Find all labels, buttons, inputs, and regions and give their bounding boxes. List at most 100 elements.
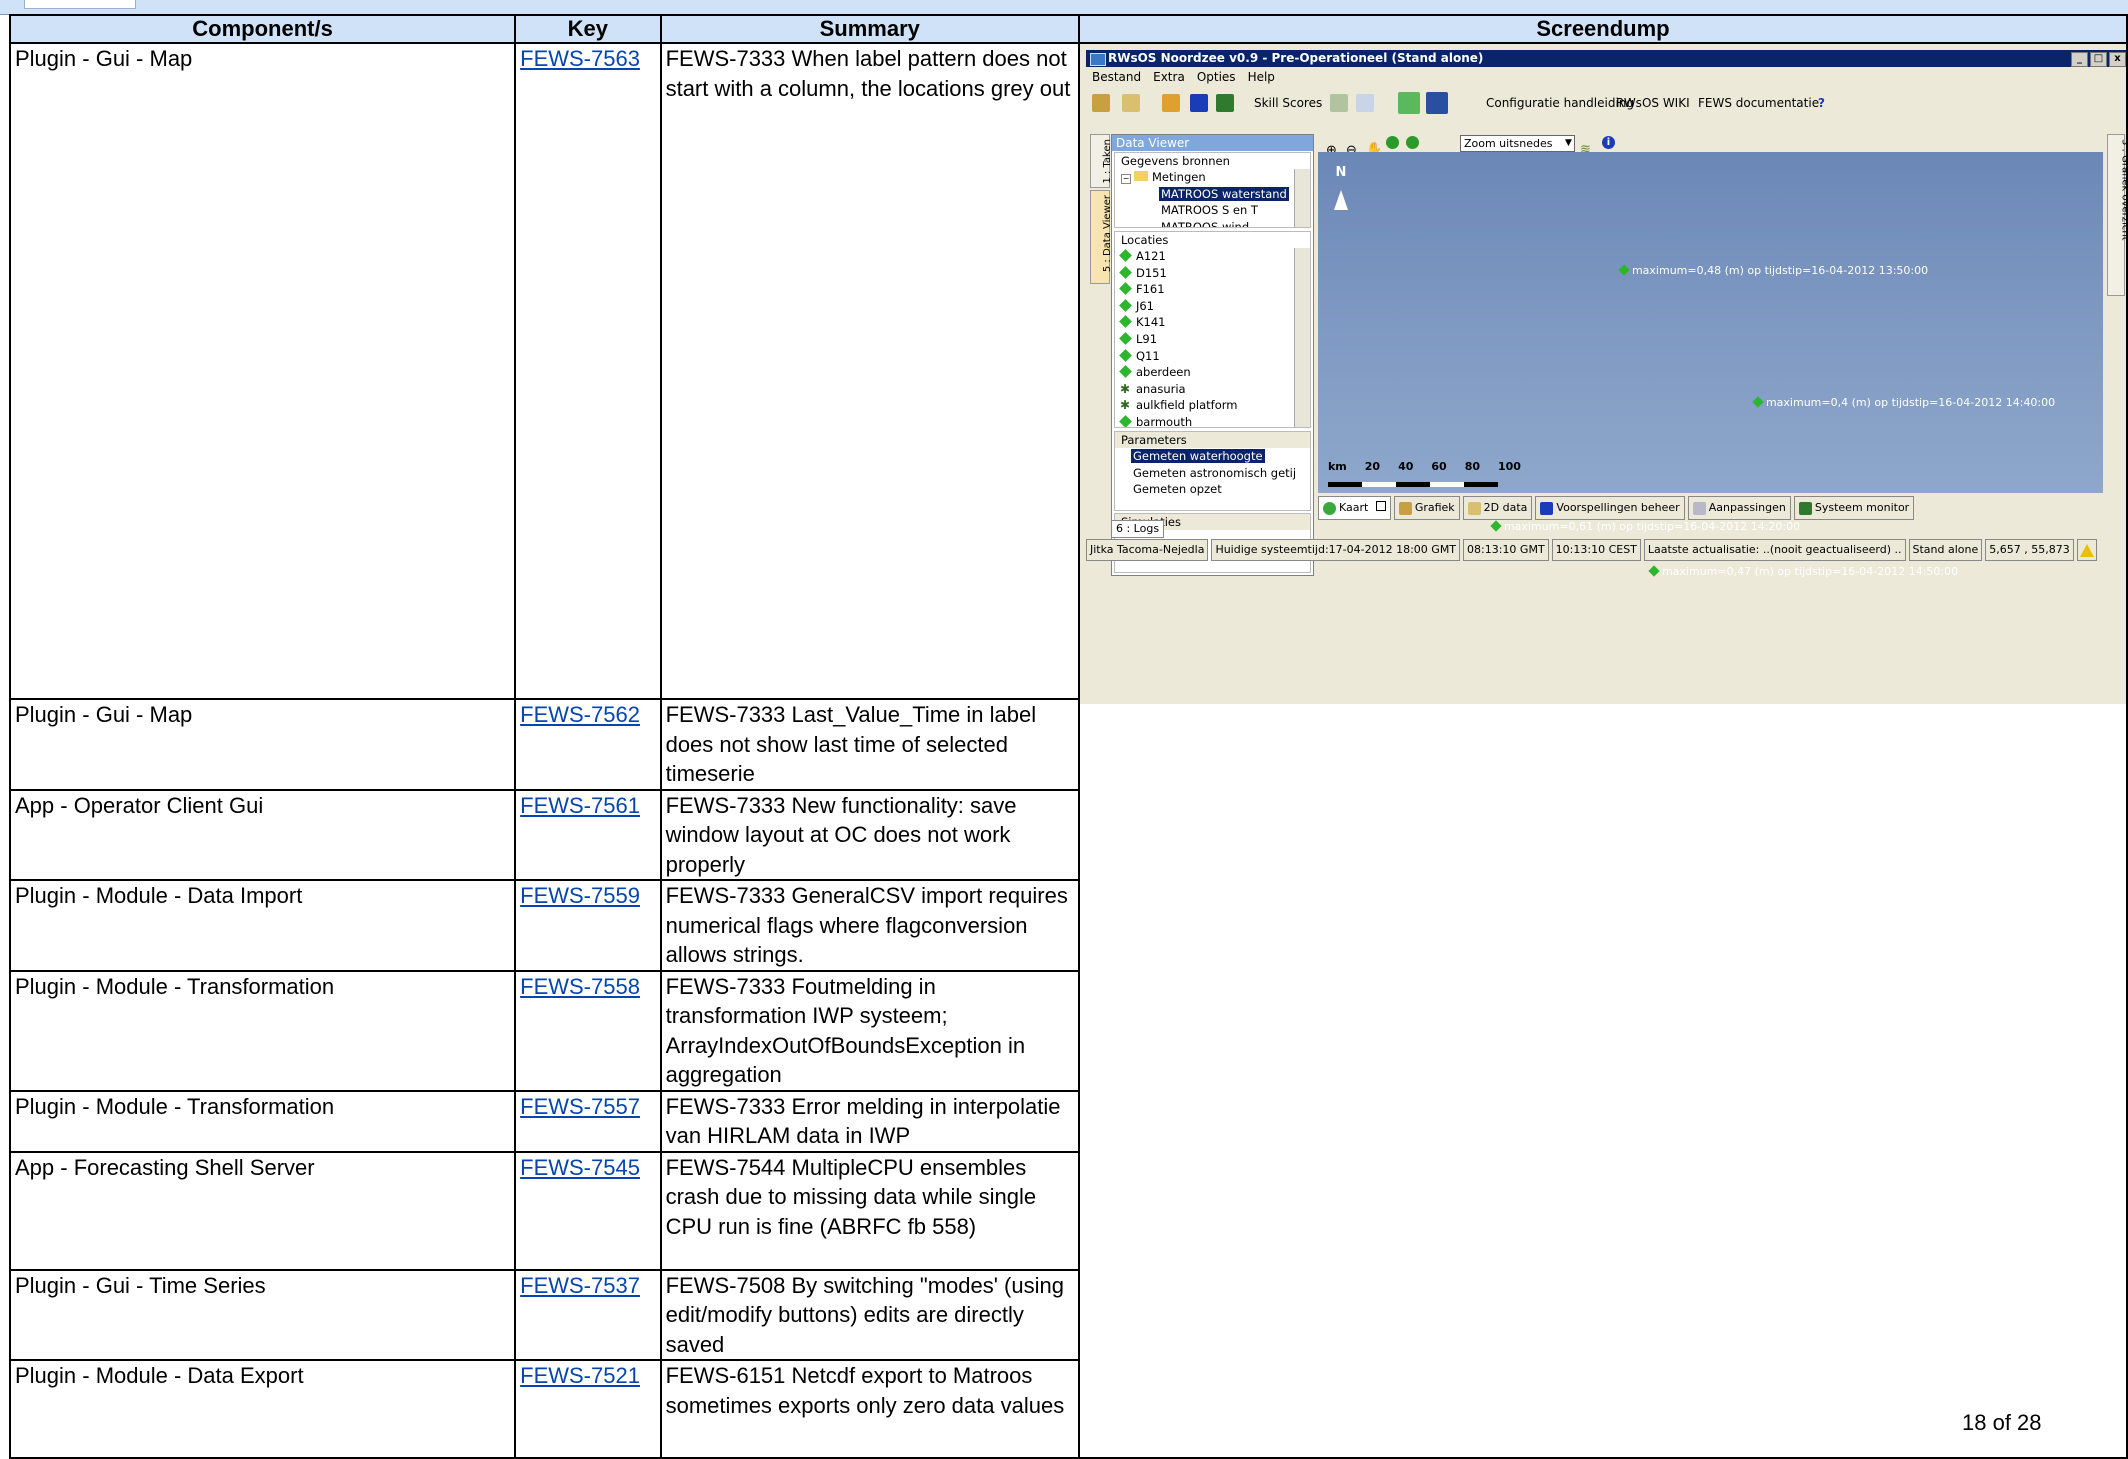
key-cell: FEWS-7521 [514, 1359, 662, 1459]
key-cell: FEWS-7559 [514, 879, 662, 972]
network-icon[interactable] [1329, 94, 1348, 112]
component-cell: Plugin - Module - Data Import [8, 879, 517, 972]
menu-help[interactable]: Help [1248, 68, 1275, 86]
zoom-select[interactable]: Zoom uitsnedes ▼ [1459, 135, 1575, 152]
menu-bestand[interactable]: Bestand [1092, 68, 1141, 86]
minimize-button[interactable]: _ [2070, 52, 2088, 67]
menu-bar: Bestand Extra Opties Help [1086, 68, 1275, 86]
system-monitor-icon [1798, 501, 1812, 515]
status-gmt: 08:13:10 GMT [1463, 539, 1549, 561]
parameter-item[interactable]: Gemeten opzet [1115, 481, 1310, 498]
source-item[interactable]: MATROOS wind [1115, 219, 1310, 227]
menu-opties[interactable]: Opties [1197, 68, 1236, 86]
location-item[interactable]: ✱ aulkfield platform [1115, 397, 1310, 414]
location-item[interactable]: barmouth [1115, 414, 1310, 427]
issue-link[interactable]: FEWS-7563 [520, 46, 640, 71]
col-header-summary: Summary [659, 14, 1080, 44]
table-row: Plugin - Gui - Map FEWS-7563 FEWS-7333 W… [8, 42, 2128, 1459]
summary-cell: FEWS-7508 By switching "modes' (using ed… [659, 1268, 1080, 1361]
col-header-component: Component/s [8, 14, 517, 44]
tree-node-metingen[interactable]: − Metingen [1115, 169, 1310, 186]
config-manual-button[interactable]: Configuratie handleiding [1486, 93, 1634, 113]
component-cell: App - Operator Client Gui [8, 788, 517, 881]
status-bar: Jitka Tacoma-Nejedla Huidige systeemtijd… [1085, 539, 2125, 563]
location-item[interactable]: Q11 [1115, 348, 1310, 365]
tab-aanpassingen[interactable]: Aanpassingen [1687, 496, 1791, 520]
forecast-icon[interactable] [1189, 94, 1208, 112]
location-item[interactable]: A121 [1115, 248, 1310, 265]
map-toolbar: ⊕ ⊖ ✋ Zoom uitsnedes ▼ ≋ i [1317, 134, 2103, 158]
info-icon[interactable]: i [1601, 136, 1615, 149]
issue-link[interactable]: FEWS-7537 [520, 1273, 640, 1298]
grid-icon[interactable] [1161, 94, 1180, 112]
tab-voorspellingen[interactable]: Voorspellingen beheer [1535, 496, 1685, 520]
issue-link[interactable]: FEWS-7545 [520, 1155, 640, 1180]
issue-link[interactable]: FEWS-7559 [520, 883, 640, 908]
location-ok-icon [1119, 315, 1132, 329]
location-ok-icon [1119, 298, 1132, 312]
summary-cell: FEWS-6151 Netcdf export to Matroos somet… [659, 1359, 1080, 1459]
location-item[interactable]: aberdeen [1115, 364, 1310, 381]
source-item[interactable]: MATROOS S en T [1115, 202, 1310, 219]
tab-kaart[interactable]: Kaart [1317, 496, 1391, 520]
tab-logs[interactable]: 6 : Logs [1110, 520, 1165, 538]
issue-link[interactable]: FEWS-7558 [520, 974, 640, 999]
location-item[interactable]: K141 [1115, 314, 1310, 331]
map-view[interactable]: N maximum=0,48 (m) op tijdstip=16-04-201… [1317, 152, 2103, 578]
cell-selector[interactable] [24, 0, 136, 9]
location-item[interactable]: D151 [1115, 265, 1310, 282]
m-logo-icon[interactable] [1397, 92, 1420, 114]
locations-section: Locaties A121 D151 F161 J61 K141 L91 Q11 aberde… [1113, 231, 1311, 428]
parameter-item[interactable]: Gemeten astronomisch getij [1115, 465, 1310, 482]
forecast-icon [1540, 501, 1554, 515]
menu-extra[interactable]: Extra [1153, 68, 1185, 86]
globe-icon [1322, 501, 1336, 515]
document-icon[interactable] [1355, 94, 1374, 112]
data-icon[interactable] [1121, 94, 1140, 112]
warning-icon[interactable] [2076, 539, 2097, 561]
summary-cell: FEWS-7333 New functionality: save window… [659, 788, 1080, 881]
tab-data-viewer[interactable]: 5 : Data Viewer [1089, 190, 1113, 284]
sources-scrollbar[interactable] [1293, 169, 1310, 227]
tab-2d-data[interactable]: 2D data [1462, 496, 1533, 520]
skill-scores-button[interactable]: Skill Scores [1254, 93, 1322, 113]
tab-grafiek-overzicht[interactable]: 3 : Grafiek overzicht [2106, 134, 2125, 296]
location-item[interactable]: ✱ anasuria [1115, 381, 1310, 398]
location-item[interactable]: L91 [1115, 331, 1310, 348]
summary-cell: FEWS-7333 When label pattern does not st… [659, 42, 1080, 700]
help-button[interactable]: ? [1818, 93, 1825, 113]
tab-taken[interactable]: 1 : Taken [1089, 134, 1113, 188]
key-cell: FEWS-7545 [514, 1150, 662, 1271]
summary-cell: FEWS-7333 Last_Value_Time in label does … [659, 698, 1080, 791]
issue-link[interactable]: FEWS-7561 [520, 793, 640, 818]
key-cell: FEWS-7557 [514, 1089, 662, 1153]
tab-systeem-monitor[interactable]: Systeem monitor [1793, 496, 1915, 520]
location-item[interactable]: F161 [1115, 281, 1310, 298]
parameter-item[interactable]: Gemeten waterhoogte [1115, 448, 1310, 465]
locations-scrollbar[interactable] [1293, 248, 1310, 427]
system-monitor-icon[interactable] [1215, 94, 1234, 112]
close-button[interactable]: x [2108, 52, 2125, 67]
issue-link[interactable]: FEWS-7557 [520, 1094, 640, 1119]
knmi-logo-icon[interactable] [1425, 92, 1448, 114]
forward-icon[interactable] [1405, 136, 1419, 149]
tab-grafiek[interactable]: Grafiek [1393, 496, 1460, 520]
location-item[interactable]: J61 [1115, 298, 1310, 315]
issue-link[interactable]: FEWS-7521 [520, 1363, 640, 1388]
issue-link[interactable]: FEWS-7562 [520, 702, 640, 727]
top-band [0, 0, 2128, 15]
fews-doc-button[interactable]: FEWS documentatie [1698, 93, 1819, 113]
data-viewer-header: Data Viewer [1111, 135, 1313, 151]
col-header-key: Key [514, 14, 662, 44]
maximize-button[interactable]: □ [2089, 52, 2107, 67]
source-item[interactable]: MATROOS waterstand [1115, 186, 1310, 203]
locations-header: Locaties [1114, 232, 1310, 248]
back-icon[interactable] [1385, 136, 1399, 149]
edit-icon [1692, 501, 1706, 515]
map-marker[interactable]: maximum=0,48 (m) op tijdstip=16-04-2012 … [1618, 256, 1928, 286]
component-cell: Plugin - Module - Transformation [8, 969, 517, 1092]
parameters-section: Parameters Gemeten waterhoogte Gemeten a… [1113, 431, 1311, 511]
chart-icon[interactable] [1091, 94, 1110, 112]
map-marker[interactable]: maximum=0,4 (m) op tijdstip=16-04-2012 1… [1752, 388, 2055, 418]
wiki-button[interactable]: RWsOS WIKI [1616, 93, 1690, 113]
